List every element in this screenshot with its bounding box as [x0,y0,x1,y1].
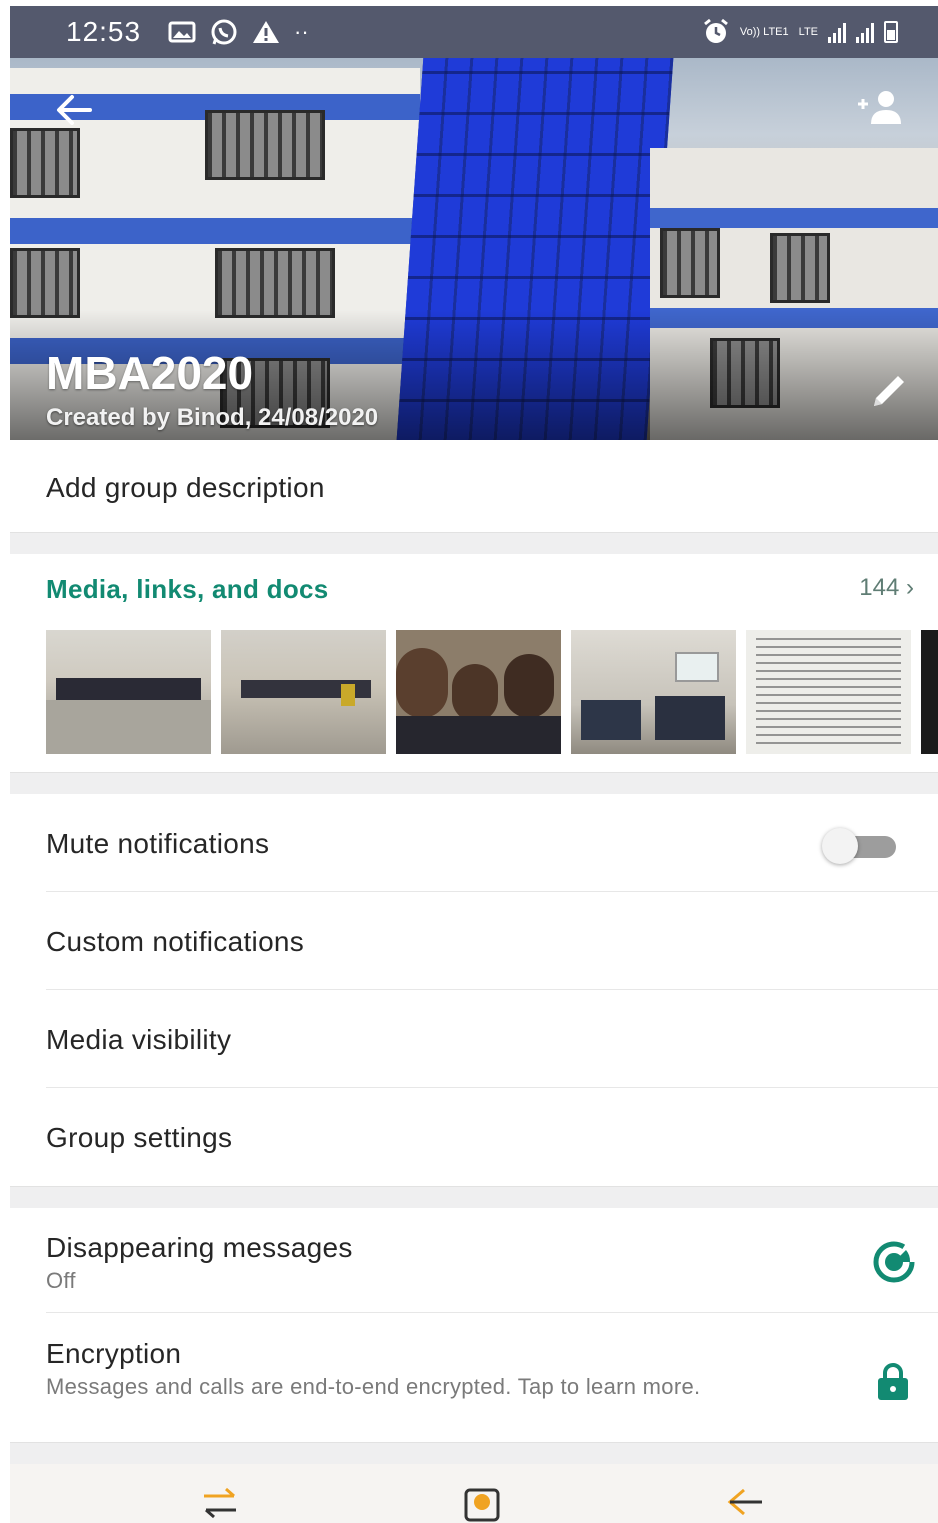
media-thumbnail[interactable] [746,630,911,754]
encryption-description: Messages and calls are end-to-end encryp… [46,1374,701,1399]
alarm-icon [703,18,728,43]
volte-indicator: Vo)) LTE1 [739,26,789,38]
signal-icon-2 [856,21,874,43]
android-nav-bar [10,1464,938,1523]
group-settings-label[interactable]: Group settings [46,1122,232,1154]
settings-section: Mute notifications Custom notifications … [10,794,938,1186]
add-description-label: Add group description [46,472,325,503]
group-name: MBA2020 [46,347,254,399]
battery-icon [884,21,898,43]
group-created-info: Created by Binod, 24/08/2020 [46,404,379,431]
edit-pencil-icon[interactable] [866,368,912,414]
system-icons: Vo)) LTE1 LTE [702,18,898,46]
disappearing-timer-icon [873,1241,915,1283]
mute-notifications-toggle[interactable] [822,828,898,864]
app-frame: 12:53 ·· Vo)) LTE1 LTE MBA2020 Created b… [10,6,938,1523]
notification-icons: ·· [168,18,309,46]
media-section: Media, links, and docs 144 › [10,554,938,772]
custom-notifications-label[interactable]: Custom notifications [46,926,304,958]
back-arrow-icon[interactable] [50,86,98,134]
media-count[interactable]: 144 › [859,574,914,602]
status-time: 12:53 [66,16,142,47]
privacy-section: Disappearing messages Off Encryption Mes… [10,1208,938,1442]
mute-notifications-label[interactable]: Mute notifications [46,828,269,860]
recent-apps-icon[interactable] [200,1486,240,1522]
more-dots-icon: ·· [294,19,309,44]
home-icon[interactable] [462,1486,502,1522]
disappearing-messages-label[interactable]: Disappearing messages [46,1232,353,1264]
add-participant-icon[interactable] [854,88,904,128]
back-icon[interactable] [726,1486,766,1522]
media-thumbnail[interactable] [571,630,736,754]
whatsapp-icon [211,19,237,45]
warning-icon [253,21,279,43]
signal-icon-1 [828,21,846,43]
group-photo-header[interactable]: MBA2020 Created by Binod, 24/08/2020 [10,58,938,440]
media-thumbnail[interactable] [46,630,211,754]
encryption-label[interactable]: Encryption [46,1338,181,1370]
status-bar: 12:53 ·· Vo)) LTE1 LTE [10,6,938,58]
chevron-right-icon: › [906,574,914,601]
media-thumbnail[interactable] [221,630,386,754]
gallery-icon [168,21,196,43]
lock-icon [878,1363,908,1400]
media-count-value: 144 [859,574,900,601]
description-section[interactable]: Add group description [10,440,938,532]
media-visibility-label[interactable]: Media visibility [46,1024,231,1056]
media-thumbnail[interactable] [396,630,561,754]
media-thumbnail[interactable] [921,630,938,754]
lte-indicator: LTE [798,26,818,38]
media-links-docs-link[interactable]: Media, links, and docs [46,574,329,605]
disappearing-messages-value: Off [46,1268,76,1293]
media-thumbnails [46,630,938,754]
